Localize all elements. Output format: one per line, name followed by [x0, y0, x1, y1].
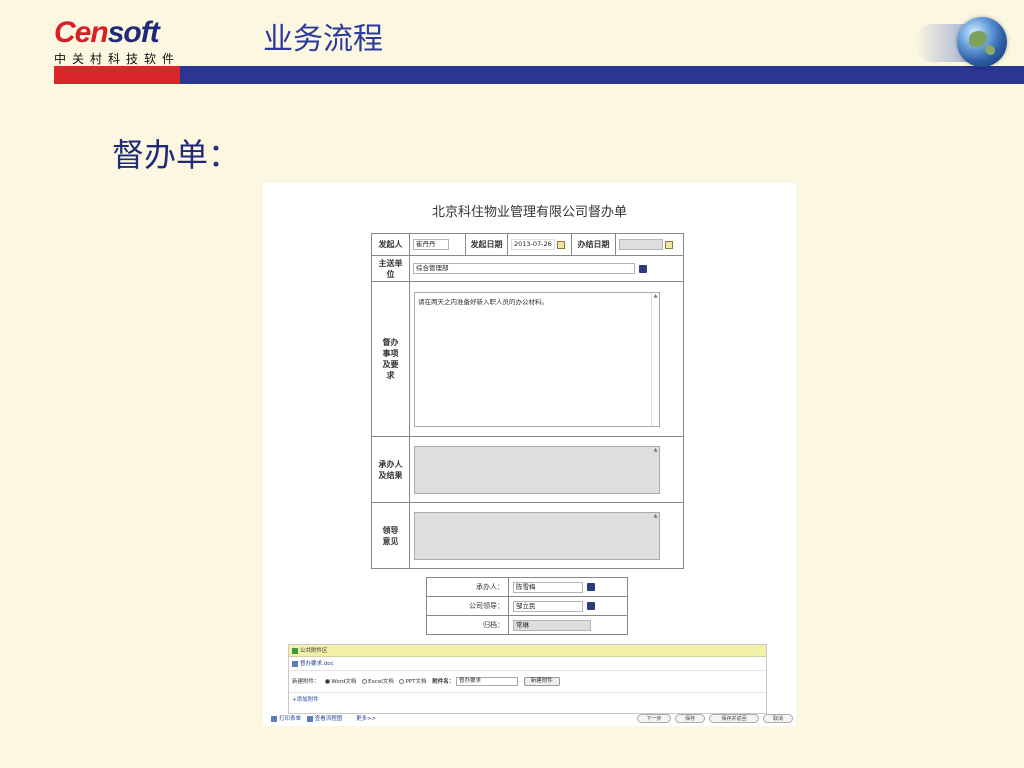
leader-opinion-label: 领导意见 [371, 502, 410, 569]
logo-subtitle: 中关村科技软件 [54, 52, 181, 66]
matter-textarea[interactable]: 请在两天之内准备好新入职人员的办公材料。 ▲ [414, 291, 660, 427]
radio-ppt-label: PPT文档 [405, 679, 427, 685]
initiator-label: 发起人 [371, 233, 410, 256]
radio-word[interactable] [325, 679, 331, 684]
print-form-link[interactable]: 打印表单 [279, 716, 301, 722]
section-title: 督办单： [112, 136, 241, 174]
globe-icon [957, 17, 1007, 67]
attach-name-input[interactable]: 督办要求 [456, 677, 518, 686]
add-attachment-link[interactable]: 添加附件 [297, 697, 319, 703]
flowchart-icon [306, 715, 313, 722]
signature-table: 承办人： 陈雪梅 公司领导： 邹立民 归档： 常琳 [426, 577, 628, 635]
initiator-field[interactable]: 崔丹丹 [413, 239, 449, 250]
logo-text-soft: soft [107, 16, 160, 49]
start-date-label: 发起日期 [465, 233, 508, 256]
select-person-icon[interactable] [587, 583, 595, 591]
view-flowchart-link[interactable]: 查看流程图 [315, 716, 343, 722]
next-step-button[interactable]: 下一步 [637, 714, 671, 723]
handler-field[interactable]: 陈雪梅 [513, 581, 583, 593]
select-department-icon[interactable] [639, 264, 647, 273]
save-button[interactable]: 保存 [675, 714, 705, 723]
radio-word-label: Word文档 [331, 679, 357, 685]
form-screenshot: 北京科住物业管理有限公司督办单 发起人 崔丹丹 发起日期 2013-07-26 … [263, 183, 796, 726]
handler-label: 承办人： [426, 577, 509, 597]
select-person-icon[interactable] [587, 602, 595, 610]
textarea-scrollbar[interactable]: ▲ [651, 446, 659, 493]
start-date-field[interactable]: 2013-07-26 [511, 239, 555, 250]
attachment-header: 公共附件区 [289, 645, 766, 657]
page-title: 业务流程 [263, 22, 383, 57]
logo-text-cen: Cen [54, 16, 109, 49]
calendar-icon[interactable] [665, 240, 673, 249]
form-title: 北京科住物业管理有限公司督办单 [431, 205, 627, 220]
leader-opinion-textarea[interactable]: ▲ [414, 511, 660, 560]
new-attachment-button[interactable]: 新建附件 [523, 677, 560, 686]
radio-excel[interactable] [362, 679, 368, 684]
handler-result-textarea[interactable]: ▲ [414, 445, 660, 494]
attachment-header-text: 公共附件区 [300, 648, 328, 654]
main-unit-field[interactable]: 综合管理部 [413, 263, 635, 274]
company-leader-label: 公司领导： [426, 596, 509, 616]
censoft-logo: Censoft 中关村科技软件 [54, 18, 184, 67]
cancel-button[interactable]: 取消 [763, 714, 793, 723]
main-unit-label: 主送单位 [371, 255, 410, 282]
archive-field[interactable]: 常琳 [513, 619, 591, 631]
handler-result-label: 承办人及结果 [371, 436, 410, 503]
calendar-icon[interactable] [557, 240, 565, 249]
matter-label: 督办事项及要求 [371, 281, 410, 437]
more-link[interactable]: 更多>> [356, 716, 376, 722]
attach-name-label: 附件名： [432, 679, 455, 685]
attachment-arrow-icon [292, 647, 298, 654]
supervision-form-table: 发起人 崔丹丹 发起日期 2013-07-26 办结日期 主送单位 综合管理部 … [371, 233, 684, 569]
done-date-field[interactable] [619, 239, 663, 250]
attachment-file-row: 督办要求.doc [289, 657, 766, 671]
textarea-scrollbar[interactable]: ▲ [651, 512, 659, 559]
attachment-panel: 公共附件区 督办要求.doc 新建附件： Word文档 Excel文档 PPT文… [288, 644, 767, 714]
matter-text: 请在两天之内准备好新入职人员的办公材料。 [418, 297, 548, 306]
done-date-label: 办结日期 [571, 233, 616, 256]
add-attachment-row: +添加附件 [289, 693, 766, 707]
radio-ppt[interactable] [399, 679, 405, 684]
company-leader-field[interactable]: 邹立民 [513, 600, 583, 612]
header-bar-red [54, 66, 180, 84]
attachment-file-link[interactable]: 督办要求.doc [300, 661, 334, 667]
word-file-icon [292, 660, 298, 667]
save-return-button[interactable]: 保存并返回 [709, 714, 759, 723]
bottom-toolbar: 打印表单 查看流程图 更多>> 下一步 保存 保存并返回 取消 [271, 713, 793, 725]
print-icon [271, 715, 277, 722]
header-bar-blue [180, 66, 1024, 84]
archive-label: 归档： [426, 615, 509, 635]
new-attachment-row: 新建附件： Word文档 Excel文档 PPT文档 附件名： 督办要求 新建附… [289, 671, 766, 693]
radio-excel-label: Excel文档 [368, 679, 394, 685]
new-attach-label: 新建附件： [292, 679, 320, 685]
textarea-scrollbar[interactable]: ▲ [651, 292, 659, 426]
